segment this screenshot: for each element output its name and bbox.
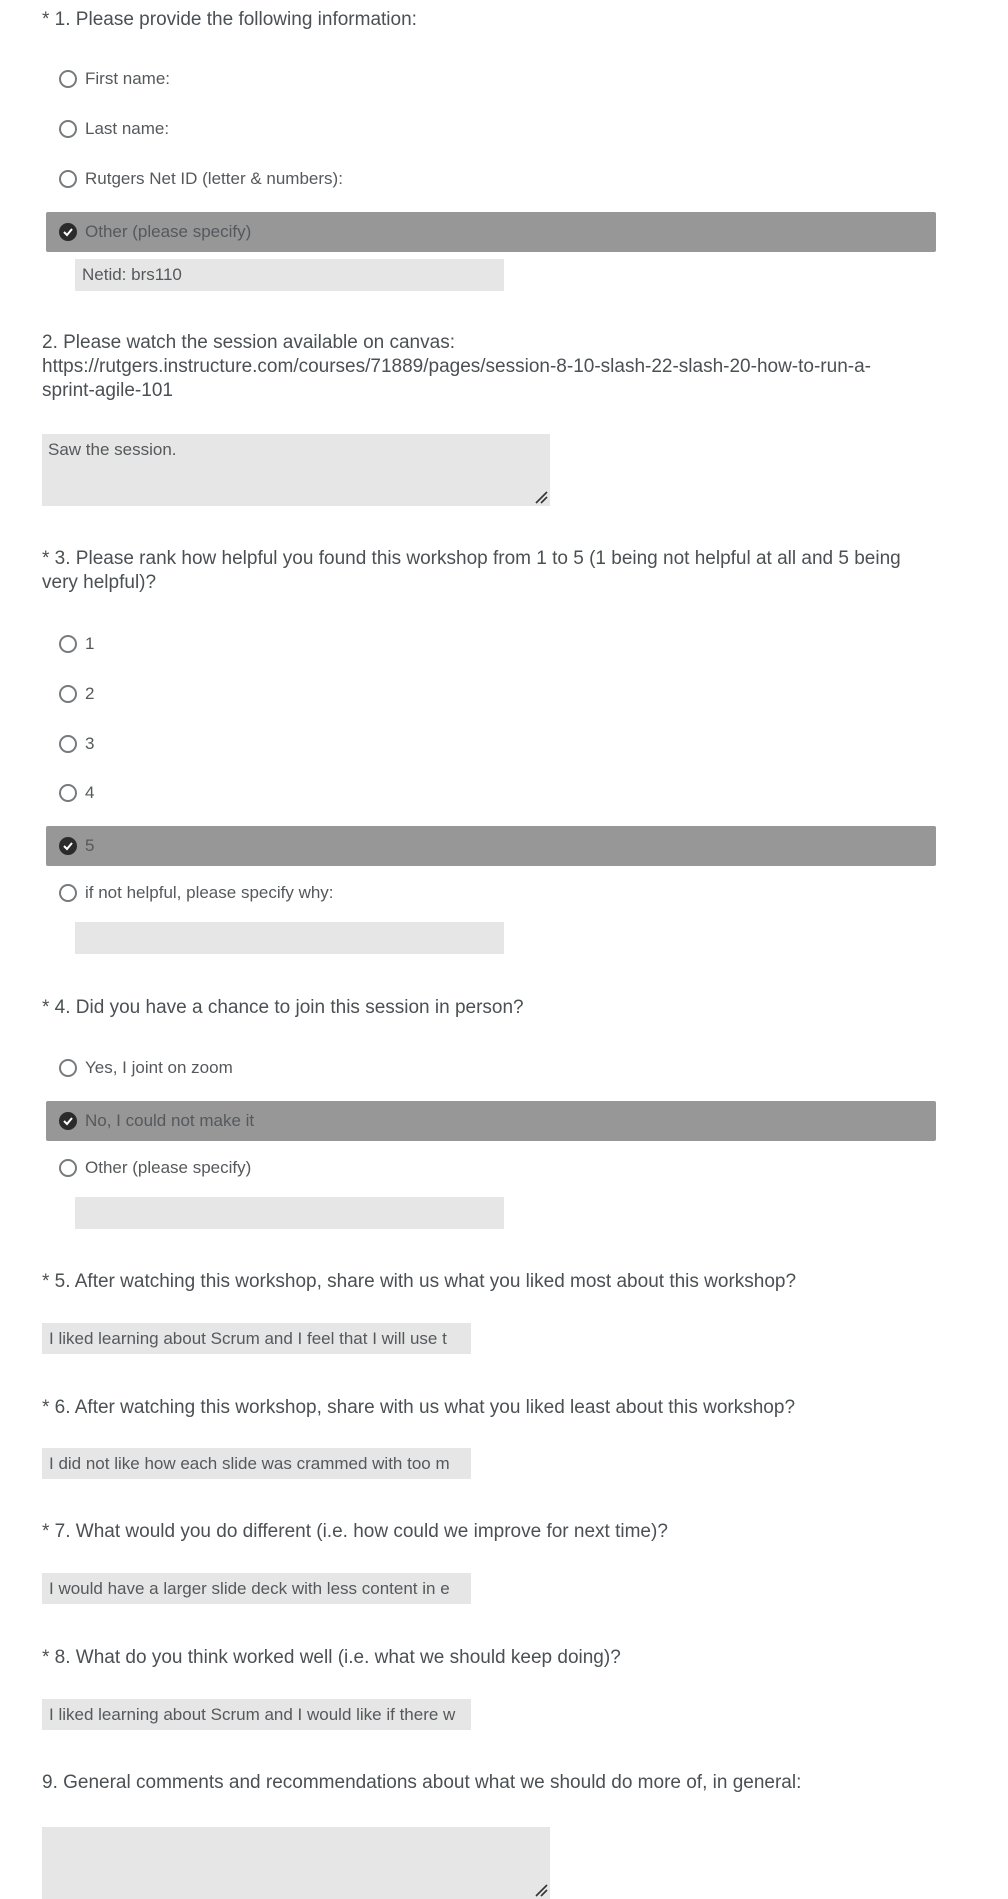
checked-radio-icon[interactable]: [59, 223, 77, 241]
q4-option-other[interactable]: Other (please specify): [46, 1148, 936, 1188]
question-6-title: * 6. After watching this workshop, share…: [42, 1397, 796, 1418]
checked-radio-icon[interactable]: [59, 1112, 77, 1130]
q4-other-input[interactable]: [75, 1197, 504, 1229]
q5-answer-input[interactable]: I liked learning about Scrum and I feel …: [42, 1323, 471, 1354]
option-label: Yes, I joint on zoom: [85, 1058, 233, 1077]
option-label: Last name:: [85, 119, 170, 138]
q3-option-2[interactable]: 2: [46, 674, 936, 714]
resize-handle-icon[interactable]: [534, 490, 548, 504]
radio-icon[interactable]: [59, 170, 77, 188]
q7-answer-input[interactable]: I would have a larger slide deck with le…: [42, 1573, 471, 1604]
survey-page: * 1. Please provide the following inform…: [0, 0, 1008, 1899]
option-label: 3: [85, 734, 95, 753]
q3-other-input[interactable]: [75, 922, 504, 954]
q8-answer-input[interactable]: I liked learning about Scrum and I would…: [42, 1699, 471, 1730]
resize-handle-icon[interactable]: [534, 1883, 548, 1897]
q3-option-not-helpful[interactable]: if not helpful, please specify why:: [46, 873, 936, 913]
radio-icon[interactable]: [59, 70, 77, 88]
question-3-title: * 3. Please rank how helpful you found t…: [42, 547, 942, 595]
radio-icon[interactable]: [59, 1059, 77, 1077]
question-3-title-line: * 3. Please rank how helpful you found t…: [42, 548, 901, 569]
q4-option-yes-zoom[interactable]: Yes, I joint on zoom: [46, 1048, 936, 1088]
option-label: if not helpful, please specify why:: [85, 883, 334, 902]
radio-icon[interactable]: [59, 635, 77, 653]
q3-option-3[interactable]: 3: [46, 724, 936, 764]
q1-option-first-name[interactable]: First name:: [46, 59, 936, 99]
radio-icon[interactable]: [59, 685, 77, 703]
q2-answer-text: Saw the session.: [48, 440, 177, 459]
option-label: Other (please specify): [85, 1158, 252, 1177]
question-2-url: https://rutgers.instructure.com/courses/…: [42, 356, 871, 377]
option-label: 1: [85, 634, 95, 653]
question-4-title: * 4. Did you have a chance to join this …: [42, 997, 524, 1018]
q3-option-5[interactable]: 5: [46, 826, 936, 866]
question-2-title-line: 2. Please watch the session available on…: [42, 332, 455, 353]
q1-option-last-name[interactable]: Last name:: [46, 109, 936, 149]
option-label: 5: [85, 836, 95, 855]
radio-icon[interactable]: [59, 735, 77, 753]
option-label: Other (please specify): [85, 222, 252, 241]
question-2-title: 2. Please watch the session available on…: [42, 331, 942, 403]
option-label: 4: [85, 783, 95, 802]
q1-other-input[interactable]: Netid: brs110: [75, 259, 504, 291]
option-label: 2: [85, 684, 95, 703]
option-label: No, I could not make it: [85, 1111, 255, 1130]
q1-option-net-id[interactable]: Rutgers Net ID (letter & numbers):: [46, 159, 936, 199]
q3-option-4[interactable]: 4: [46, 773, 936, 813]
q4-option-no[interactable]: No, I could not make it: [46, 1101, 936, 1141]
radio-icon[interactable]: [59, 784, 77, 802]
q6-answer-input[interactable]: I did not like how each slide was cramme…: [42, 1448, 471, 1479]
checked-radio-icon[interactable]: [59, 837, 77, 855]
q1-option-other[interactable]: Other (please specify): [46, 212, 936, 252]
question-5-title: * 5. After watching this workshop, share…: [42, 1271, 797, 1292]
radio-icon[interactable]: [59, 1159, 77, 1177]
q2-answer-textarea[interactable]: Saw the session.: [42, 434, 550, 506]
q3-option-1[interactable]: 1: [46, 624, 936, 664]
option-label: Rutgers Net ID (letter & numbers):: [85, 169, 343, 188]
question-3-title-line: very helpful)?: [42, 572, 157, 593]
radio-icon[interactable]: [59, 120, 77, 138]
q9-answer-textarea[interactable]: [42, 1827, 550, 1899]
question-2-url-cont: sprint-agile-101: [42, 380, 173, 401]
question-8-title: * 8. What do you think worked well (i.e.…: [42, 1647, 621, 1668]
question-9-title: 9. General comments and recommendations …: [42, 1772, 802, 1793]
question-7-title: * 7. What would you do different (i.e. h…: [42, 1521, 668, 1542]
question-1-title: * 1. Please provide the following inform…: [42, 9, 417, 30]
option-label: First name:: [85, 69, 171, 88]
radio-icon[interactable]: [59, 884, 77, 902]
